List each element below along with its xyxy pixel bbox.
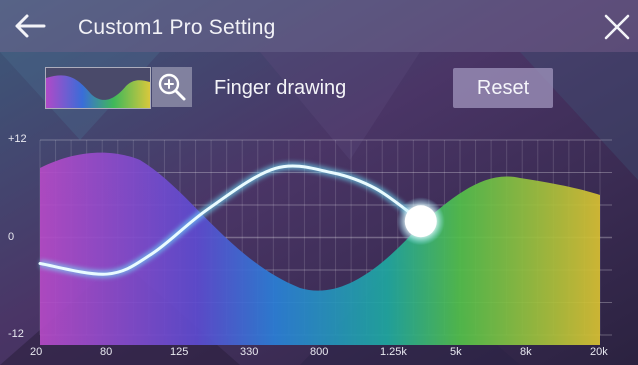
x-tick-label: 8k <box>520 346 532 358</box>
x-tick-label: 330 <box>240 346 259 358</box>
y-tick-label: 0 <box>8 230 15 243</box>
x-tick-label: 1.25k <box>380 346 407 358</box>
y-tick-label: -12 <box>8 328 24 340</box>
curve-drag-handle[interactable] <box>396 197 445 246</box>
x-tick-label: 800 <box>310 346 329 358</box>
x-tick-label: 20k <box>590 346 608 358</box>
x-tick-label: 5k <box>450 346 462 358</box>
handle-dot[interactable] <box>404 205 437 238</box>
x-tick-label: 125 <box>170 346 189 358</box>
x-tick-label: 80 <box>100 346 113 358</box>
x-tick-label: 20 <box>30 346 43 358</box>
y-tick-label: +12 <box>8 133 27 145</box>
eq-chart[interactable] <box>0 0 638 365</box>
